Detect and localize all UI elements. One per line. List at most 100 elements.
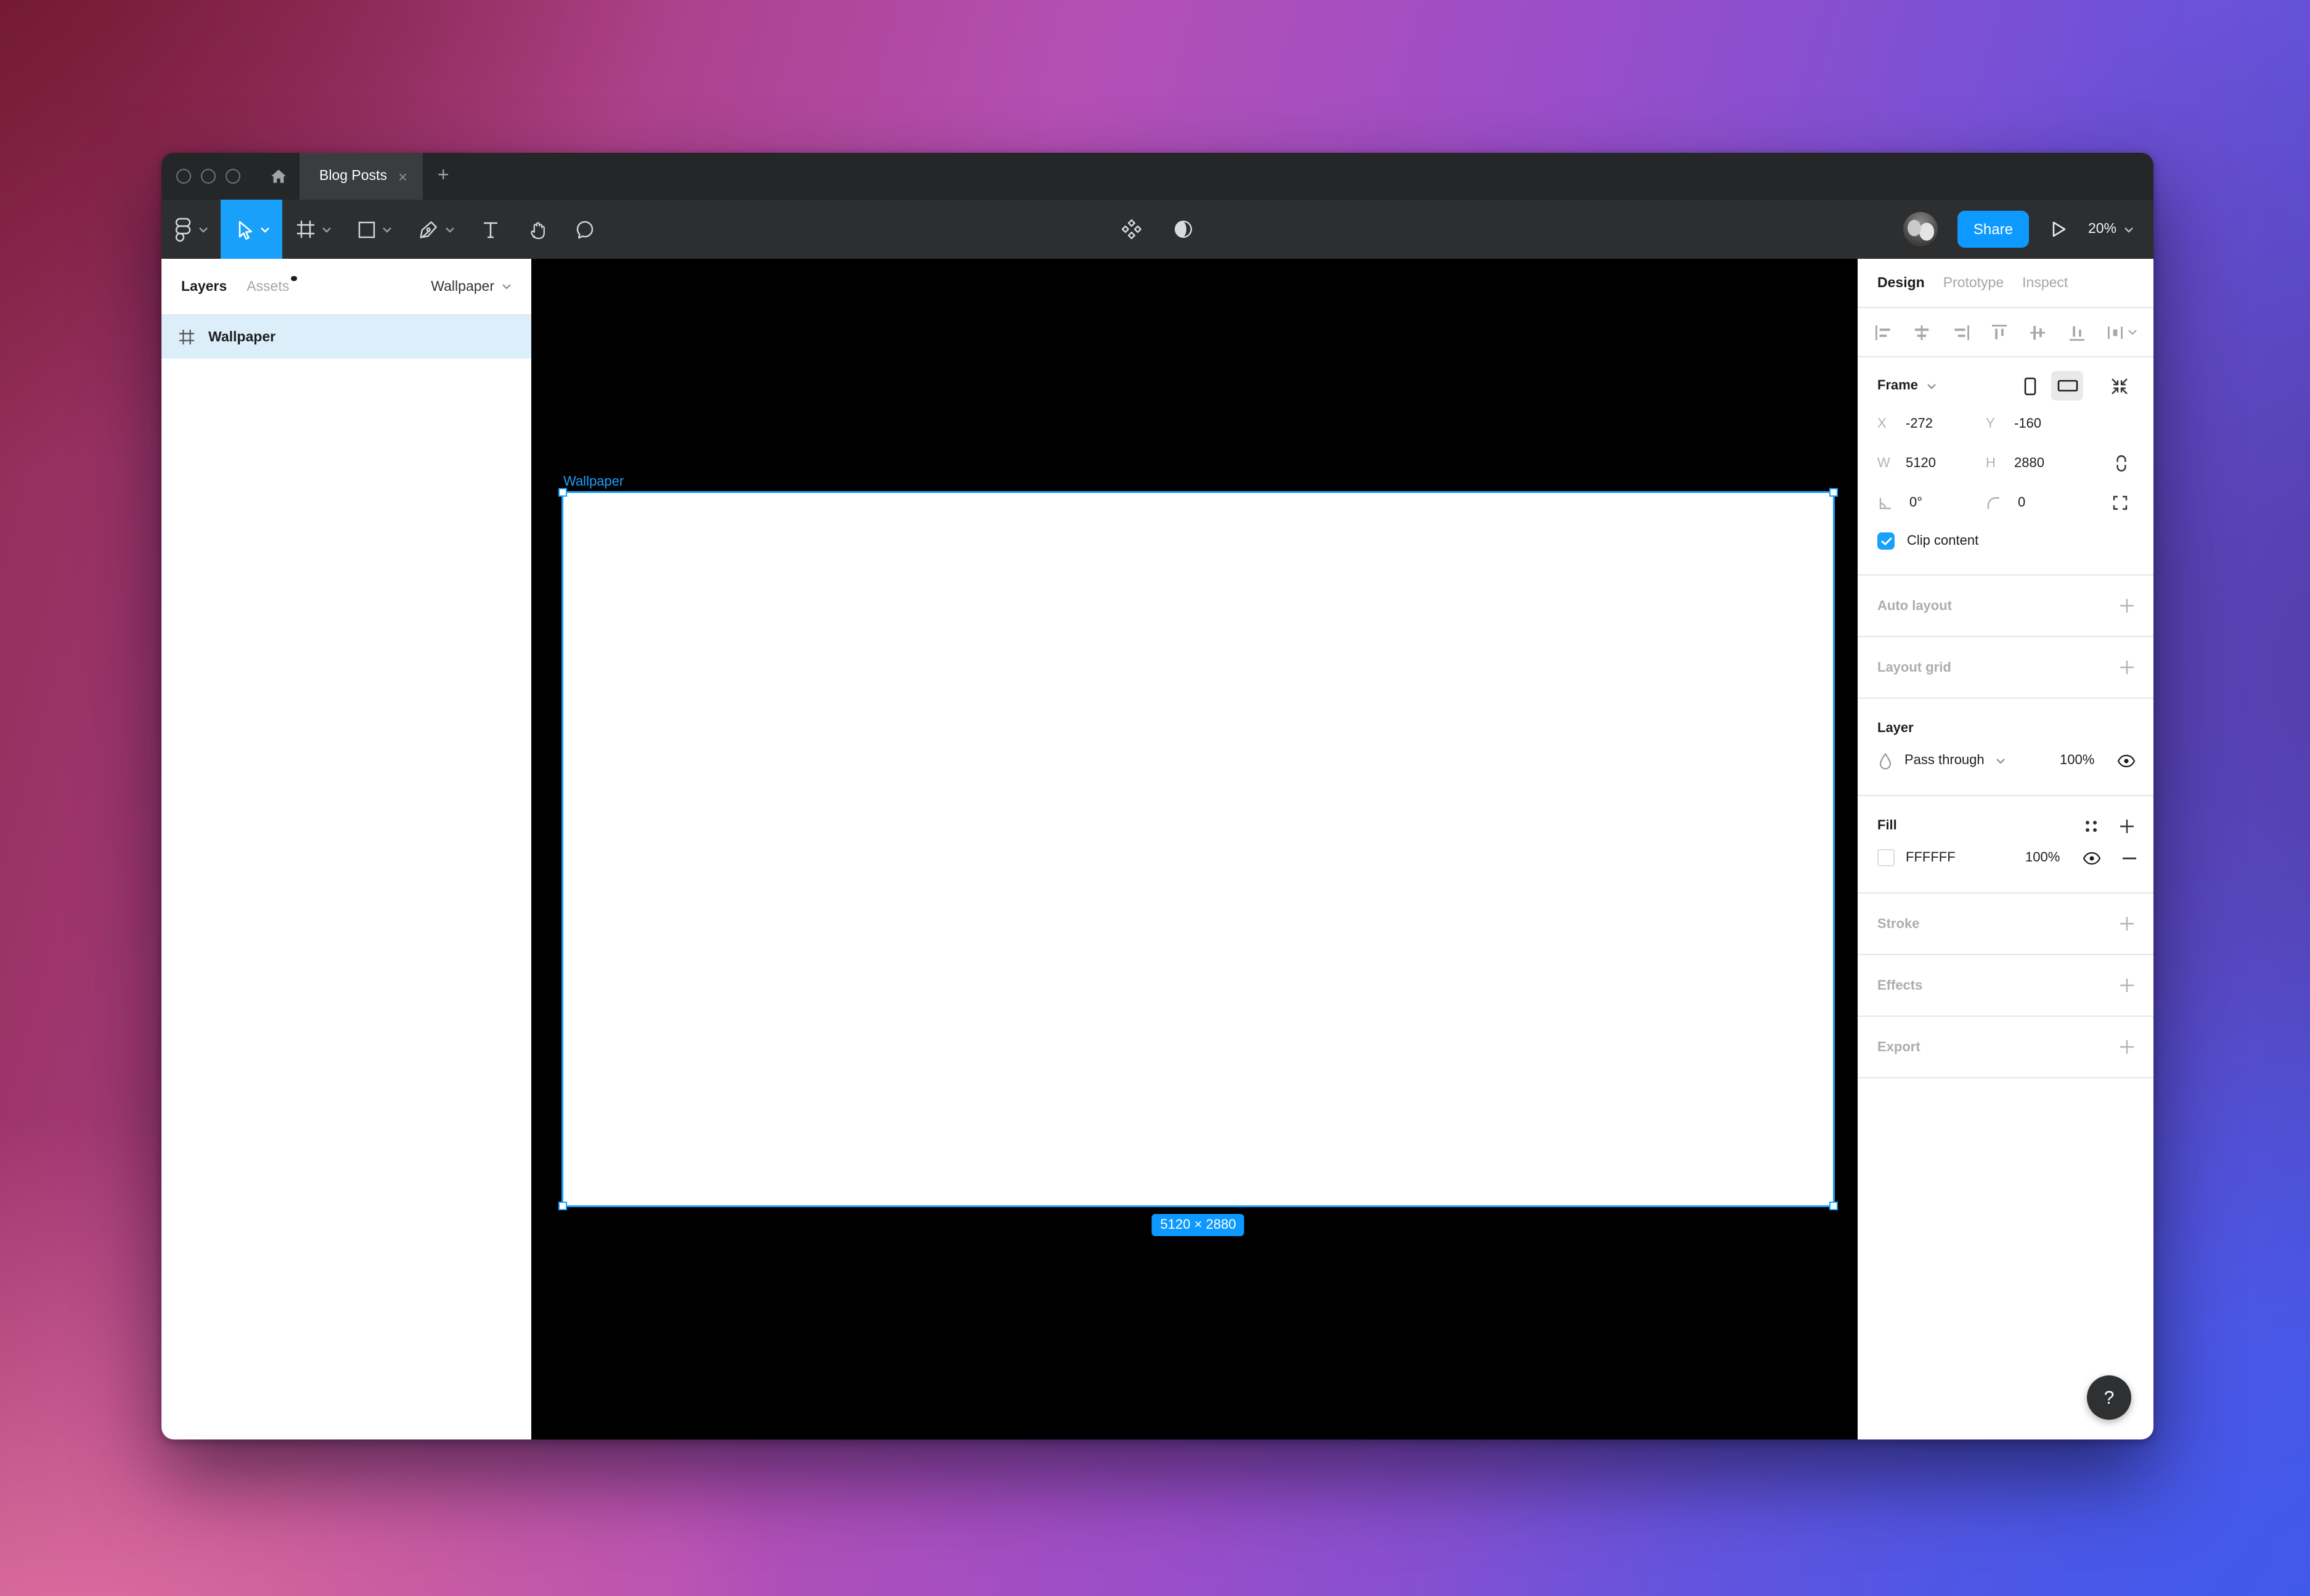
frame-tool-button[interactable] <box>282 200 344 259</box>
use-as-mask-button[interactable] <box>1172 218 1194 240</box>
page-selector-value: Wallpaper <box>431 279 494 294</box>
broken-chain-icon <box>2114 454 2129 473</box>
layer-section: Layer Pass through 100% <box>1858 699 2153 796</box>
tab-inspect[interactable]: Inspect <box>2022 275 2068 290</box>
page-selector[interactable]: Wallpaper <box>431 279 512 294</box>
text-tool-button[interactable] <box>467 200 514 259</box>
tab-design[interactable]: Design <box>1877 275 1925 290</box>
align-bottom-icon[interactable] <box>2067 322 2086 342</box>
create-component-button[interactable] <box>1120 218 1143 240</box>
add-export-icon[interactable] <box>2119 1039 2135 1055</box>
h-value[interactable]: 2880 <box>2014 456 2044 471</box>
tab-title: Blog Posts <box>319 169 387 184</box>
move-cursor-icon <box>234 219 253 240</box>
zoom-level-control[interactable]: 20% <box>2088 222 2134 237</box>
fill-section: Fill FFFFFF 100% <box>1858 796 2153 894</box>
width-field[interactable]: W 5120 <box>1877 456 1986 471</box>
window-tab-bar: Blog Posts × + <box>161 153 2153 200</box>
corner-radius-icon <box>1986 495 2002 511</box>
canvas-frame-label[interactable]: Wallpaper <box>563 474 624 489</box>
visibility-eye-icon[interactable] <box>2082 851 2102 865</box>
align-horizontal-center-icon[interactable] <box>1912 322 1932 342</box>
tab-assets[interactable]: Assets <box>247 279 289 294</box>
portrait-orientation-button[interactable] <box>2014 371 2046 401</box>
home-button[interactable] <box>258 153 300 200</box>
fill-styles-icon[interactable] <box>2083 818 2099 834</box>
frame-type-dropdown[interactable]: Frame <box>1877 378 1937 393</box>
x-position-field[interactable]: X -272 <box>1877 417 1986 431</box>
present-icon[interactable] <box>2049 219 2068 239</box>
layout-grid-section: Layout grid <box>1858 637 2153 699</box>
w-value[interactable]: 5120 <box>1906 456 1936 471</box>
hand-tool-button[interactable] <box>514 200 561 259</box>
align-vertical-center-icon[interactable] <box>2028 322 2048 342</box>
align-left-icon[interactable] <box>1874 322 1893 342</box>
layer-item-wallpaper[interactable]: Wallpaper <box>161 316 531 359</box>
tab-prototype[interactable]: Prototype <box>1943 275 2004 290</box>
move-tool-button[interactable] <box>221 200 282 259</box>
align-top-icon[interactable] <box>1990 322 2009 342</box>
landscape-orientation-button[interactable] <box>2051 371 2083 401</box>
window-minimize-button[interactable] <box>201 169 216 184</box>
selection-handle-top-left[interactable] <box>558 488 567 497</box>
orientation-presets <box>2014 371 2083 401</box>
resize-to-fit-button[interactable] <box>2110 377 2129 395</box>
toolbar-right: Share 20% <box>1903 200 2153 259</box>
layer-opacity-value[interactable]: 100% <box>2060 753 2116 768</box>
corner-radius-value[interactable]: 0 <box>2018 495 2025 510</box>
chevron-down-icon <box>198 226 208 232</box>
blend-mode-value[interactable]: Pass through <box>1904 753 1985 768</box>
distribute-menu[interactable] <box>2105 322 2137 342</box>
selection-handle-bottom-right[interactable] <box>1829 1202 1838 1210</box>
tab-layers[interactable]: Layers <box>181 279 227 294</box>
rotation-row: 0° 0 <box>1858 483 2153 523</box>
tab-blog-posts[interactable]: Blog Posts × <box>300 153 422 200</box>
tab-close-icon[interactable]: × <box>398 168 407 184</box>
shape-tool-button[interactable] <box>344 200 406 259</box>
rotation-value[interactable]: 0° <box>1909 495 1922 510</box>
visibility-eye-icon[interactable] <box>2116 754 2136 767</box>
portrait-icon <box>2024 377 2036 395</box>
fill-color-swatch[interactable] <box>1877 849 1895 866</box>
canvas[interactable]: Wallpaper 5120 × 2880 <box>531 259 1858 1439</box>
fill-section-title: Fill <box>1877 818 1897 833</box>
help-button[interactable]: ? <box>2087 1375 2131 1420</box>
window-close-button[interactable] <box>176 169 191 184</box>
chevron-down-icon <box>321 226 331 232</box>
add-stroke-icon[interactable] <box>2119 916 2135 932</box>
corner-radius-field[interactable]: 0 <box>1986 495 2094 511</box>
wallpaper-frame[interactable] <box>563 493 1833 1205</box>
assets-notification-dot <box>291 275 296 281</box>
fill-opacity-value[interactable]: 100% <box>2025 850 2082 865</box>
add-effect-icon[interactable] <box>2119 977 2135 993</box>
x-value[interactable]: -272 <box>1906 417 1933 431</box>
new-tab-button[interactable]: + <box>422 153 464 200</box>
pen-tool-button[interactable] <box>406 200 467 259</box>
share-button[interactable]: Share <box>1957 211 2029 248</box>
remove-fill-icon[interactable] <box>2123 856 2136 860</box>
comment-tool-button[interactable] <box>561 200 608 259</box>
add-fill-icon[interactable] <box>2119 818 2135 834</box>
selection-handle-top-right[interactable] <box>1829 488 1838 497</box>
add-layout-grid-icon[interactable] <box>2119 659 2135 675</box>
rotation-field[interactable]: 0° <box>1877 495 1986 511</box>
layers-panel: Layers Assets Wallpaper Wallpaper <box>161 259 531 1439</box>
main-menu-button[interactable] <box>161 200 221 259</box>
add-auto-layout-icon[interactable] <box>2119 598 2135 614</box>
stroke-section: Stroke <box>1858 894 2153 955</box>
collapse-arrows-icon <box>2110 377 2129 395</box>
selection-handle-bottom-left[interactable] <box>558 1202 567 1210</box>
independent-corners-button[interactable] <box>2112 494 2129 511</box>
fill-hex-value[interactable]: FFFFFF <box>1906 850 2025 865</box>
y-position-field[interactable]: Y -160 <box>1986 417 2094 431</box>
clip-content-row[interactable]: Clip content <box>1858 523 2153 560</box>
rectangle-tool-icon <box>357 220 376 238</box>
clip-content-checkbox[interactable] <box>1877 532 1895 550</box>
align-right-icon[interactable] <box>1951 322 1970 342</box>
constrain-proportions-button[interactable] <box>2114 454 2129 473</box>
figma-logo-icon <box>174 216 192 242</box>
window-zoom-button[interactable] <box>226 169 240 184</box>
avatar[interactable] <box>1903 212 1938 246</box>
height-field[interactable]: H 2880 <box>1986 456 2094 471</box>
y-value[interactable]: -160 <box>2014 417 2041 431</box>
